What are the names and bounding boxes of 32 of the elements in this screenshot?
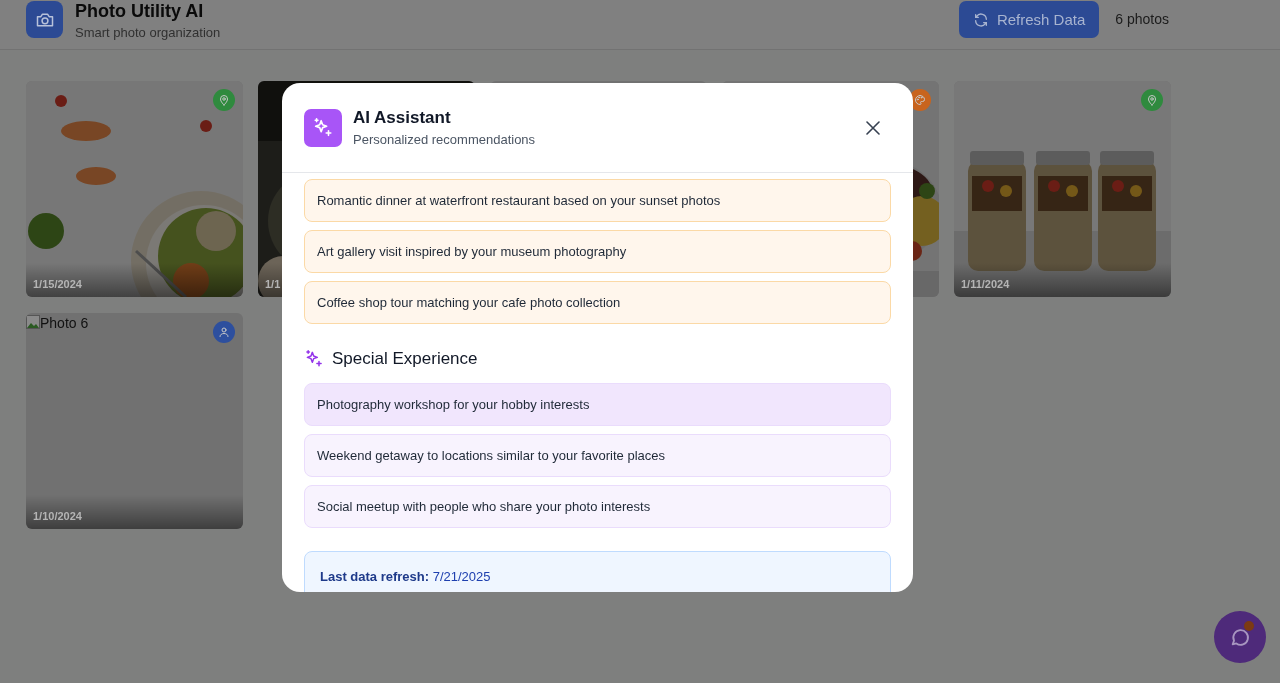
palette-icon <box>914 94 926 106</box>
close-icon <box>866 120 880 135</box>
recommendation-item[interactable]: Social meetup with people who share your photo interests <box>304 485 891 528</box>
recommendation-item[interactable]: Romantic dinner at waterfront restaurant based on your sunset photos <box>304 179 891 222</box>
image-alt-text: Photo 6 <box>40 315 89 331</box>
person-icon <box>218 326 230 338</box>
image-placeholder[interactable]: Photo 6 1/10/2024 <box>26 313 243 529</box>
recommendation-item[interactable]: Weekend getaway to locations similar to your favorite places <box>304 434 891 477</box>
sparkle-icon <box>304 108 342 147</box>
camera-icon <box>26 1 63 38</box>
app-title: Photo Utility AI <box>75 1 205 22</box>
section-heading: Special Experience <box>332 349 478 369</box>
location-pin-icon <box>218 94 230 106</box>
photo-date: 1/11/2024 <box>961 278 1010 290</box>
recommendation-item[interactable]: Coffee shop tour matching your cafe photo collection <box>304 281 891 324</box>
sparkle-icon <box>304 349 324 369</box>
recommendation-item[interactable]: Art gallery visit inspired by your museum photography <box>304 230 891 273</box>
photo-date: 1/15/2024 <box>33 278 82 290</box>
broken-image-icon <box>26 315 40 329</box>
app-subtitle: Smart photo organization <box>75 25 221 40</box>
refresh-icon <box>972 11 989 28</box>
chat-bubble-icon <box>1229 626 1251 648</box>
location-pin-icon <box>1146 94 1158 106</box>
photo-count: 6 photos <box>1115 11 1169 27</box>
dialog-title: AI Assistant <box>353 108 452 128</box>
photo-date: 1/10/2024 <box>33 510 82 522</box>
refresh-note: Last data refresh: 7/21/2025 <box>304 551 891 592</box>
dialog-subtitle: Personalized recommendations <box>353 132 537 147</box>
recommendation-item[interactable]: Photography workshop for your hobby interests <box>304 383 891 426</box>
refresh-button[interactable]: Refresh Data <box>958 1 1100 38</box>
photo-date: 1/1 <box>265 278 281 290</box>
chat-button[interactable] <box>1214 611 1266 663</box>
